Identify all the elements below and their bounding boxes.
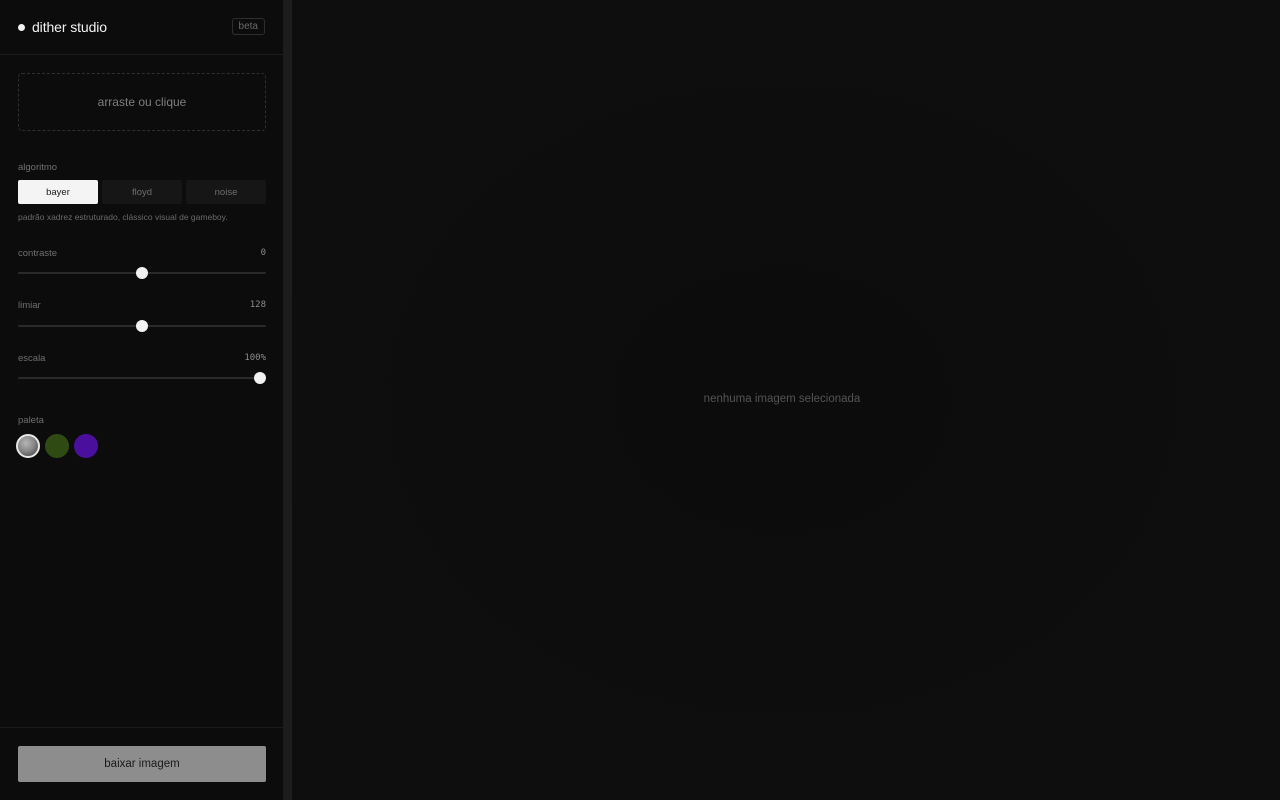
empty-state-label: nenhuma imagem selecionada	[703, 393, 861, 405]
beta-badge: beta	[231, 18, 265, 35]
scale-slider-thumb[interactable]	[253, 372, 266, 384]
algorithm-option-noise[interactable]: noise	[186, 180, 266, 204]
image-dropzone[interactable]: arraste ou clique	[18, 73, 266, 131]
threshold-label: limiar	[18, 300, 41, 311]
dropzone-label: arraste ou clique	[97, 95, 187, 109]
palette-swatches	[16, 434, 98, 458]
contrast-label: contraste	[18, 248, 58, 259]
algorithm-label: algoritmo	[18, 162, 58, 173]
contrast-value: 0	[260, 248, 266, 258]
algorithm-option-floyd[interactable]: floyd	[102, 180, 182, 204]
contrast-slider-thumb[interactable]	[136, 267, 148, 279]
app: dither studio beta arraste ou clique alg…	[0, 0, 1280, 800]
scale-label: escala	[18, 353, 46, 364]
sidebar: dither studio beta arraste ou clique alg…	[0, 0, 284, 800]
algorithm-description: padrão xadrez estruturado, clássico visu…	[18, 212, 228, 222]
app-title: dither studio	[32, 19, 107, 35]
scale-header: escala 100%	[18, 353, 266, 364]
download-button[interactable]: baixar imagem	[18, 746, 266, 782]
palette-swatch-green[interactable]	[45, 434, 69, 458]
palette-swatch-purple[interactable]	[74, 434, 98, 458]
algorithm-selector: bayer floyd noise	[18, 180, 266, 204]
contrast-header: contraste 0	[18, 248, 266, 259]
threshold-slider[interactable]	[18, 320, 266, 332]
preview-canvas: nenhuma imagem selecionada	[284, 0, 1280, 800]
sidebar-footer: baixar imagem	[0, 727, 283, 800]
algorithm-option-bayer[interactable]: bayer	[18, 180, 98, 204]
sidebar-header: dither studio beta	[0, 0, 283, 55]
contrast-slider[interactable]	[18, 267, 266, 279]
threshold-header: limiar 128	[18, 300, 266, 311]
palette-swatch-grayscale[interactable]	[16, 434, 40, 458]
brand-dot-icon	[18, 23, 25, 31]
palette-label: paleta	[18, 415, 44, 426]
scale-slider[interactable]	[18, 372, 266, 384]
scale-value: 100%	[244, 353, 266, 363]
threshold-slider-thumb[interactable]	[136, 320, 148, 332]
threshold-value: 128	[249, 300, 266, 310]
